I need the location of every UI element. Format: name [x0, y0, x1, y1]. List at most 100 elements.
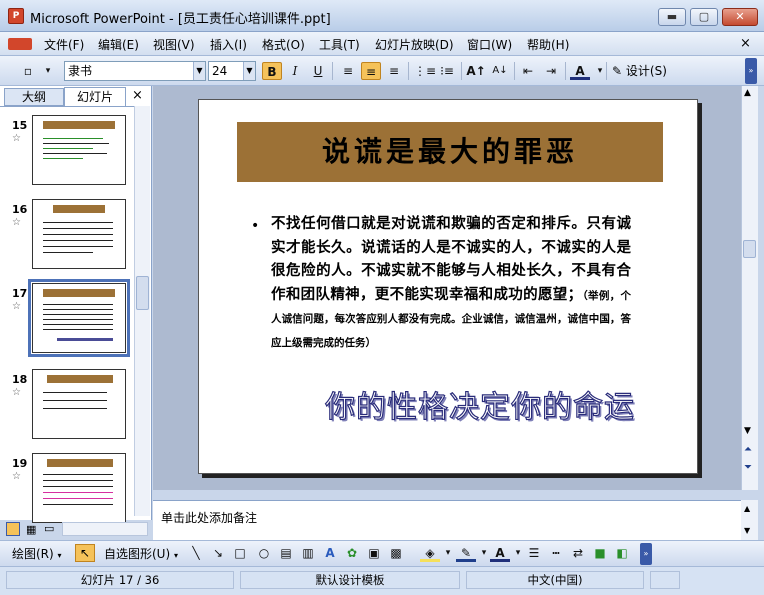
current-slide[interactable]: 说谎是最大的罪恶 • 不找任何借口就是对说谎和欺骗的否定和排斥。只有诚实才能长久…	[198, 99, 698, 474]
font-name-combo[interactable]: 隶书 ▼	[64, 61, 206, 81]
powerpoint-app-icon[interactable]: P	[8, 8, 24, 24]
design-button[interactable]: ✎ 设计(S)	[612, 62, 667, 80]
decrease-indent-icon[interactable]: ⇤	[518, 62, 538, 80]
minimize-button[interactable]: ▬	[658, 8, 686, 26]
thumbnail-scrollbar[interactable]	[134, 106, 150, 516]
slide-thumbnail-16[interactable]	[32, 199, 126, 269]
menu-tools[interactable]: 工具(T)	[319, 36, 360, 53]
scrollbar-thumb[interactable]	[136, 276, 149, 310]
scroll-down-icon[interactable]: ▼	[744, 426, 751, 436]
new-dropdown-icon[interactable]: ▾	[38, 62, 58, 80]
design-template-status[interactable]: 默认设计模板	[240, 571, 460, 589]
menu-view[interactable]: 视图(V)	[153, 36, 195, 53]
document-close-button[interactable]: ×	[740, 36, 751, 51]
line-style-icon[interactable]: ☰	[524, 544, 544, 562]
bold-button[interactable]: B	[262, 62, 282, 80]
animation-star-icon: ☆	[12, 387, 21, 398]
draw-menu-button[interactable]: 绘图(R) ▾	[12, 545, 62, 562]
align-center-icon[interactable]: ≡	[361, 62, 381, 80]
horizontal-scrollbar[interactable]	[62, 522, 148, 536]
thumb-line	[43, 252, 93, 253]
oval-tool-icon[interactable]: ○	[254, 544, 274, 562]
line-color-icon[interactable]: ✎	[456, 544, 476, 562]
autoshapes-menu-button[interactable]: 自选图形(U) ▾	[104, 545, 178, 562]
slide-scrollbar[interactable]: ▲ ▼ ⏶ ⏷	[741, 86, 758, 490]
scroll-down-icon[interactable]: ▼	[744, 526, 750, 535]
chevron-down-icon[interactable]: ▼	[193, 62, 205, 80]
menu-insert[interactable]: 插入(I)	[210, 36, 247, 53]
tab-outline[interactable]: 大纲	[4, 88, 64, 106]
wordart-text[interactable]: 你的性格决定你的命运	[324, 382, 635, 426]
vertical-textbox-icon[interactable]: ▥	[298, 544, 318, 562]
menu-format[interactable]: 格式(O)	[262, 36, 305, 53]
toolbar-options-icon[interactable]: »	[745, 58, 757, 84]
chevron-down-icon[interactable]: ▼	[243, 62, 255, 80]
wordart-tool-icon[interactable]: A	[320, 544, 340, 562]
menu-edit[interactable]: 编辑(E)	[98, 36, 139, 53]
slide-thumbnail-19[interactable]	[32, 453, 126, 523]
doc-icon[interactable]	[8, 38, 32, 50]
diagram-tool-icon[interactable]: ✿	[342, 544, 362, 562]
next-slide-icon[interactable]: ⏷	[744, 462, 752, 473]
chevron-down-icon[interactable]: ▾	[438, 544, 458, 562]
numbering-icon[interactable]: ⋮≡	[414, 62, 436, 80]
thumb-line	[43, 304, 113, 305]
align-right-icon[interactable]: ≡	[384, 62, 404, 80]
notes-scrollbar[interactable]: ▲ ▼	[741, 500, 758, 540]
slide-title-box[interactable]: 说谎是最大的罪恶	[237, 122, 663, 182]
slide-sorter-icon[interactable]: ▦	[26, 523, 36, 536]
slide-body-text[interactable]: 不找任何借口就是对说谎和欺骗的否定和排斥。只有诚实才能长久。说谎话的人是不诚实的…	[271, 212, 631, 353]
font-color-icon[interactable]: A	[490, 544, 510, 562]
font-color-icon[interactable]: A	[570, 62, 590, 80]
close-button[interactable]: ✕	[722, 8, 758, 26]
line-tool-icon[interactable]: ╲	[186, 544, 206, 562]
previous-slide-icon[interactable]: ⏶	[744, 444, 752, 455]
slides-pane: 大纲 幻灯片 × 15 ☆ 16 ☆ 17 ☆ 18 ☆ 19 ☆	[0, 86, 152, 523]
textbox-tool-icon[interactable]: ▤	[276, 544, 296, 562]
scroll-up-icon[interactable]: ▲	[744, 88, 751, 98]
menu-window[interactable]: 窗口(W)	[467, 36, 512, 53]
underline-button[interactable]: U	[308, 62, 328, 80]
bullets-icon[interactable]: ⁝≡	[437, 62, 457, 80]
slideshow-icon[interactable]: ▭	[44, 522, 54, 535]
design-label: 设计(S)	[625, 64, 667, 78]
italic-button[interactable]: I	[285, 62, 305, 80]
tab-slides[interactable]: 幻灯片	[64, 87, 126, 106]
picture-tool-icon[interactable]: ▩	[386, 544, 406, 562]
menu-slideshow[interactable]: 幻灯片放映(D)	[375, 36, 454, 53]
status-extra	[650, 571, 680, 589]
decrease-font-icon[interactable]: A↓	[490, 62, 510, 80]
thumb-line	[43, 319, 113, 320]
fill-color-icon[interactable]: ◈	[420, 544, 440, 562]
menu-file[interactable]: 文件(F)	[44, 36, 84, 53]
pane-close-button[interactable]: ×	[132, 88, 143, 103]
arrow-tool-icon[interactable]: ↘	[208, 544, 228, 562]
normal-view-icon[interactable]	[6, 522, 20, 536]
thumb-title-band	[47, 459, 113, 467]
slide-thumbnail-18[interactable]	[32, 369, 126, 439]
scroll-up-icon[interactable]: ▲	[744, 504, 750, 513]
shadow-style-icon[interactable]: ■	[590, 544, 610, 562]
3d-style-icon[interactable]: ◧	[612, 544, 632, 562]
animation-star-icon: ☆	[12, 217, 21, 228]
select-pointer-icon[interactable]: ↖	[75, 544, 95, 562]
dash-style-icon[interactable]: ┅	[546, 544, 566, 562]
notes-pane[interactable]: 单击此处添加备注	[153, 500, 741, 540]
menu-help[interactable]: 帮助(H)	[527, 36, 569, 53]
thumb-wordart	[57, 338, 113, 341]
new-doc-icon[interactable]: ▫	[18, 62, 38, 80]
clipart-tool-icon[interactable]: ▣	[364, 544, 384, 562]
rectangle-tool-icon[interactable]: □	[230, 544, 250, 562]
font-size-combo[interactable]: 24 ▼	[208, 61, 256, 81]
chevron-down-icon[interactable]: ▾	[590, 62, 610, 80]
maximize-button[interactable]: ▢	[690, 8, 718, 26]
increase-indent-icon[interactable]: ⇥	[541, 62, 561, 80]
autoshapes-label: 自选图形(U)	[104, 547, 171, 561]
scrollbar-thumb[interactable]	[743, 240, 756, 258]
arrow-style-icon[interactable]: ⇄	[568, 544, 588, 562]
toolbar-options-icon[interactable]: »	[640, 543, 652, 565]
increase-font-icon[interactable]: A↑	[466, 62, 486, 80]
slide-thumbnail-15[interactable]	[32, 115, 126, 185]
slide-thumbnail-17[interactable]	[28, 279, 130, 357]
align-left-icon[interactable]: ≡	[338, 62, 358, 80]
